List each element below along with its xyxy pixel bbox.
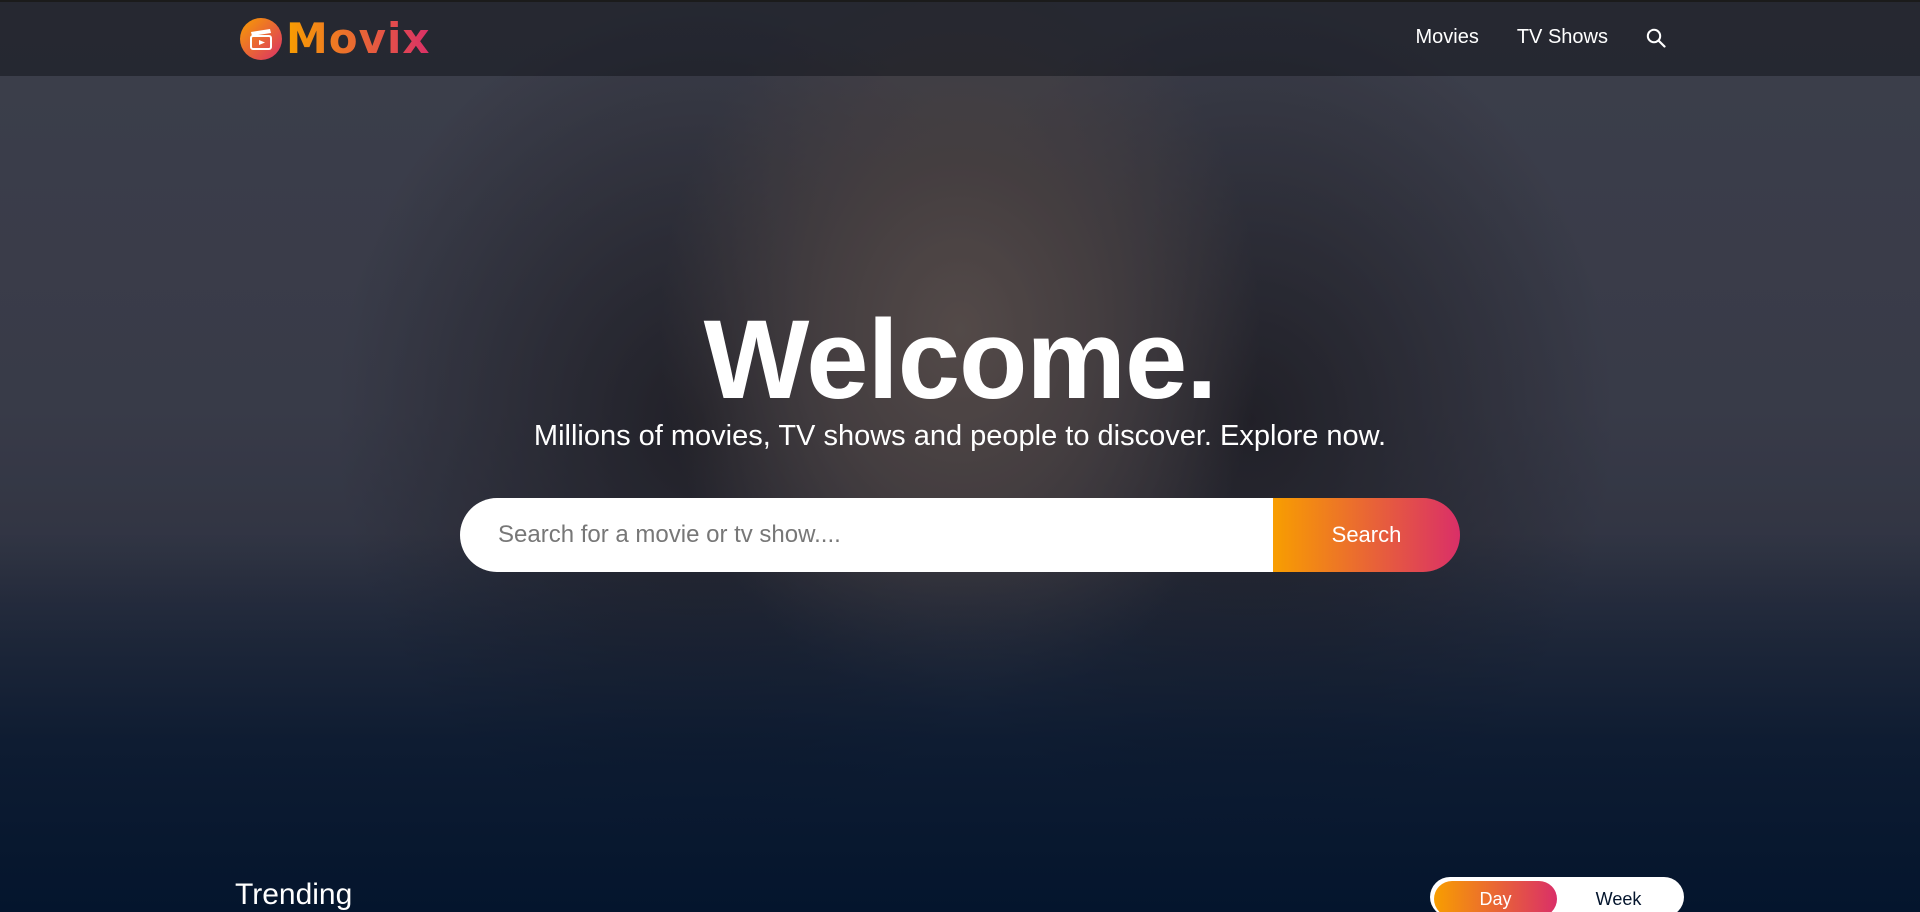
- logo-text: Movix: [286, 14, 431, 63]
- main-nav: Movies TV Shows: [1415, 26, 1668, 49]
- hero-content: Welcome. Millions of movies, TV shows an…: [0, 298, 1920, 456]
- search-icon[interactable]: [1646, 27, 1668, 49]
- search-button[interactable]: Search: [1273, 498, 1460, 572]
- section-title: Trending: [235, 878, 353, 911]
- clapperboard-icon: [240, 18, 282, 60]
- hero-gradient-overlay: [0, 532, 1920, 912]
- nav-item-movies[interactable]: Movies: [1415, 26, 1478, 49]
- logo[interactable]: Movix: [240, 16, 431, 62]
- trending-section-header: Trending Day Week: [0, 872, 1920, 912]
- hero-subtitle: Millions of movies, TV shows and people …: [533, 420, 1387, 452]
- search-input[interactable]: [460, 498, 1273, 572]
- hero-banner: [0, 0, 1920, 912]
- nav-item-tv-shows[interactable]: TV Shows: [1517, 26, 1608, 49]
- site-header: Movix Movies TV Shows: [0, 0, 1920, 76]
- day-week-switch: Day Week: [1430, 877, 1684, 912]
- tab-week[interactable]: Week: [1557, 881, 1680, 912]
- tab-day[interactable]: Day: [1434, 881, 1557, 912]
- hero-title: Welcome.: [703, 297, 1218, 422]
- hero-search-bar: Search: [460, 498, 1460, 572]
